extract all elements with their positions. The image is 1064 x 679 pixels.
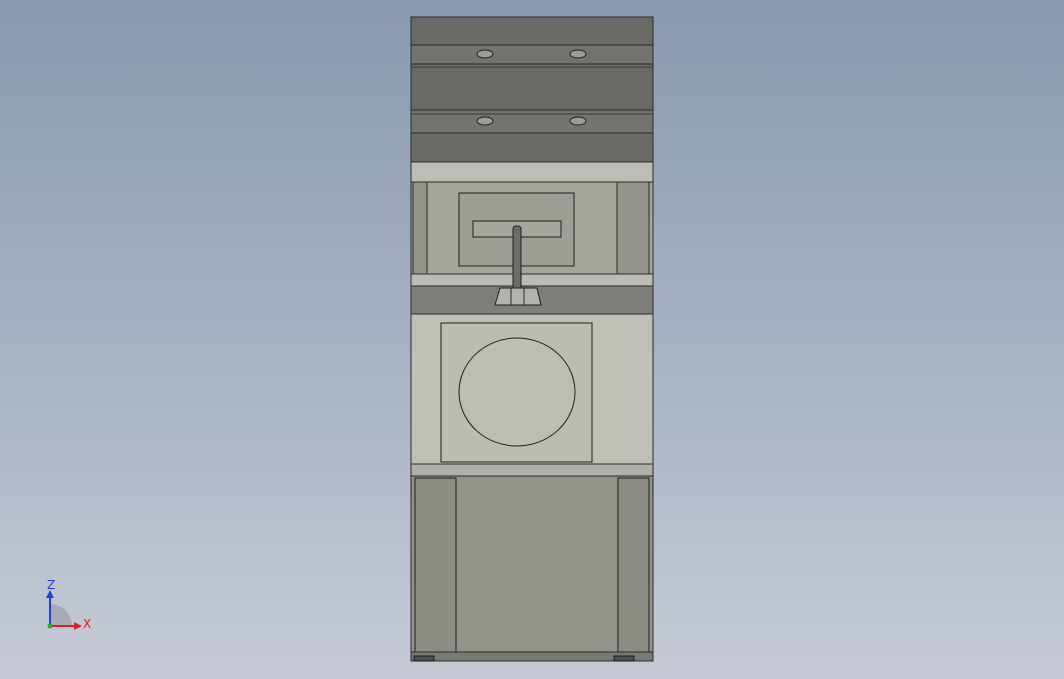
axis-x-label: X bbox=[83, 617, 91, 631]
foot-left bbox=[413, 655, 435, 662]
housing-cap bbox=[410, 161, 654, 183]
housing-side-left bbox=[412, 181, 428, 275]
axis-x-arrowhead-icon bbox=[74, 622, 82, 630]
mount-hole-icon[interactable] bbox=[476, 49, 494, 59]
lower-side-right bbox=[617, 477, 650, 653]
rail-bottom-band bbox=[410, 132, 654, 163]
triad-shade-icon bbox=[50, 604, 72, 626]
axis-z-label: Z bbox=[47, 578, 55, 592]
rail-top-band bbox=[410, 16, 654, 46]
upper-housing[interactable] bbox=[410, 161, 654, 315]
mounting-rail[interactable] bbox=[410, 16, 654, 163]
foot-right bbox=[613, 655, 635, 662]
origin-icon bbox=[47, 623, 53, 629]
middle-lip bbox=[410, 463, 654, 477]
mount-hole-icon[interactable] bbox=[476, 116, 494, 126]
lower-housing[interactable] bbox=[410, 475, 654, 662]
rail-slot-upper bbox=[410, 44, 654, 65]
middle-housing[interactable] bbox=[410, 313, 654, 477]
cad-viewport[interactable] bbox=[0, 0, 1064, 679]
round-window-icon[interactable] bbox=[458, 337, 576, 447]
mount-hole-icon[interactable] bbox=[569, 116, 587, 126]
housing-step bbox=[410, 273, 654, 287]
coordinate-triad: Z X bbox=[46, 578, 91, 631]
rail-middle-band bbox=[410, 63, 654, 111]
mount-hole-icon[interactable] bbox=[569, 49, 587, 59]
lever-base bbox=[494, 287, 542, 306]
rail-slot-lower bbox=[410, 109, 654, 134]
lower-side-left bbox=[414, 477, 457, 653]
housing-side-right bbox=[616, 181, 650, 275]
